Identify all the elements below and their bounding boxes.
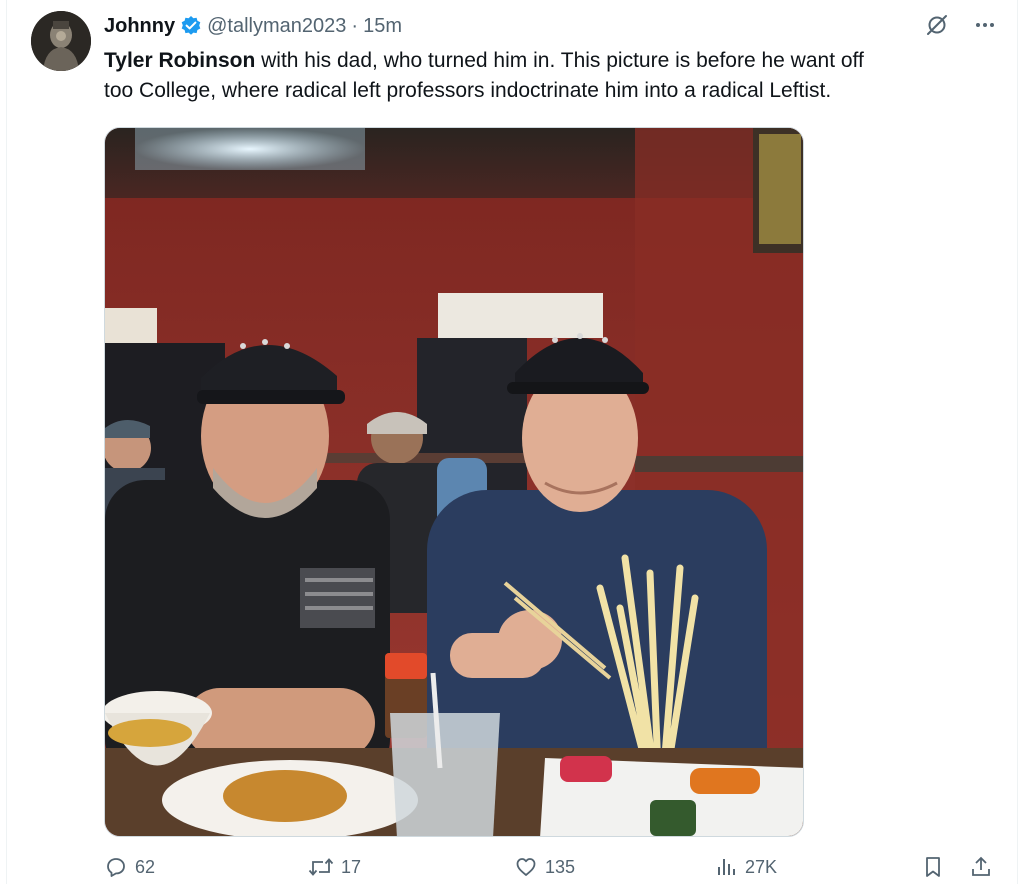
like-button[interactable]: 135 bbox=[514, 855, 575, 879]
post-header: Johnny @tallyman2023 · 15m bbox=[104, 12, 402, 40]
bookmark-button[interactable] bbox=[922, 855, 944, 879]
verified-badge-icon bbox=[180, 15, 202, 37]
views-button[interactable]: 27K bbox=[716, 855, 777, 879]
post-text-line2: too College, where radical left professo… bbox=[104, 79, 832, 102]
author-name[interactable]: Johnny bbox=[104, 15, 175, 38]
post-text-line1: with his dad, who turned him in. This pi… bbox=[255, 49, 864, 72]
reply-count: 62 bbox=[135, 856, 156, 877]
post-text-bold: Tyler Robinson bbox=[104, 49, 256, 72]
reply-button[interactable]: 62 bbox=[104, 855, 155, 879]
avatar[interactable] bbox=[31, 11, 91, 71]
post-timestamp[interactable]: 15m bbox=[363, 15, 402, 38]
views-icon bbox=[716, 855, 738, 879]
heart-icon bbox=[514, 855, 538, 879]
more-icon[interactable] bbox=[972, 12, 998, 38]
like-count: 135 bbox=[545, 856, 576, 877]
bookmark-icon bbox=[922, 855, 944, 879]
share-icon bbox=[970, 855, 992, 879]
share-button[interactable] bbox=[970, 855, 992, 879]
grok-icon[interactable] bbox=[924, 12, 950, 38]
post-action-bar: 62 17 135 27K bbox=[104, 855, 999, 885]
author-handle[interactable]: @tallyman2023 bbox=[207, 15, 346, 38]
repost-icon bbox=[308, 855, 334, 879]
views-count: 27K bbox=[745, 856, 778, 877]
post-photo[interactable] bbox=[104, 127, 804, 837]
repost-count: 17 bbox=[341, 856, 362, 877]
reply-icon bbox=[104, 855, 128, 879]
post-header-actions bbox=[924, 12, 998, 38]
post-text: Tyler Robinson with his dad, who turned … bbox=[104, 46, 1004, 106]
separator: · bbox=[351, 14, 359, 37]
repost-button[interactable]: 17 bbox=[308, 855, 361, 879]
